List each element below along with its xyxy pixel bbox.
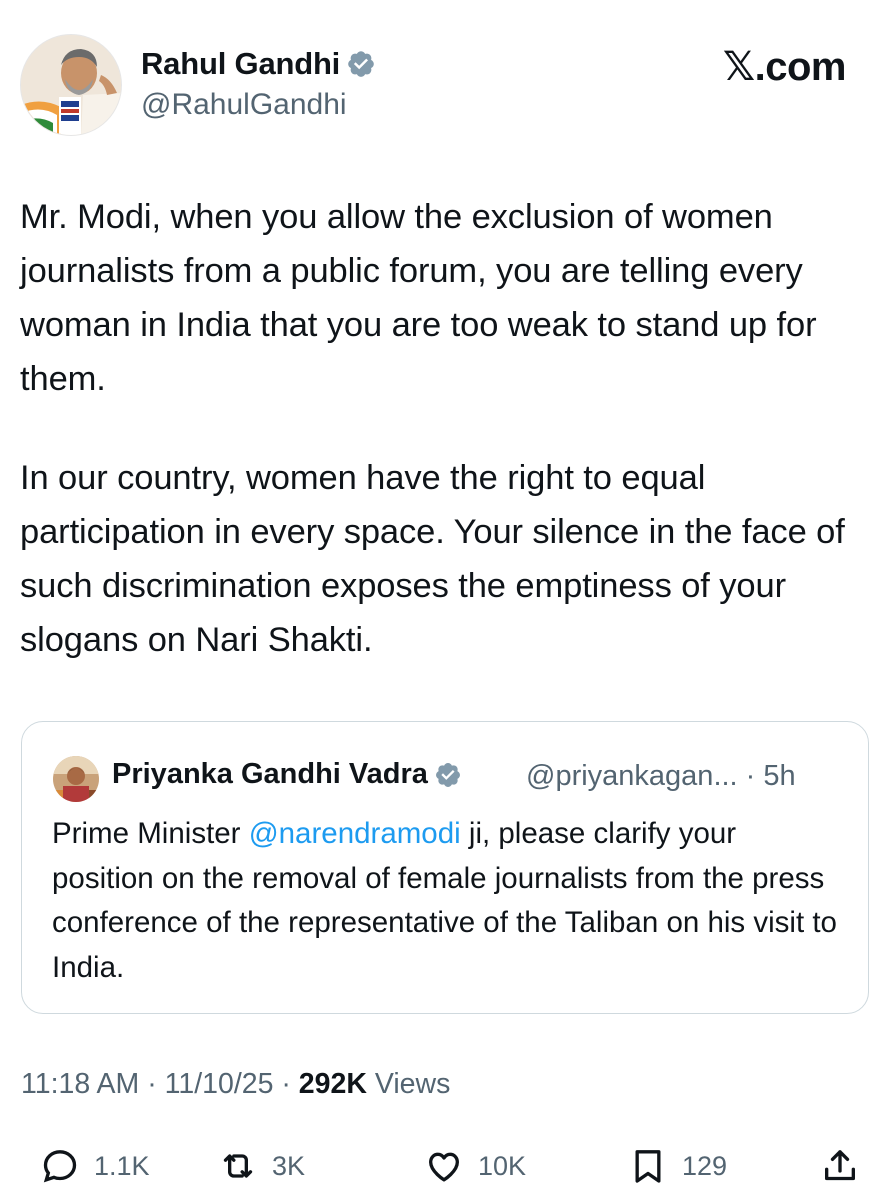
author-avatar[interactable]: [20, 34, 122, 136]
repost-icon: [223, 1154, 253, 1178]
verified-badge-icon: [348, 51, 374, 77]
share-icon: [825, 1150, 855, 1181]
quoted-author-handle-time[interactable]: @priyankagan... · 5h: [526, 760, 796, 793]
quoted-timestamp[interactable]: 5h: [763, 760, 795, 792]
quoted-author-handle[interactable]: @priyankagan...: [526, 760, 738, 792]
bookmark-button[interactable]: 129: [628, 1146, 727, 1186]
like-button[interactable]: 10K: [424, 1146, 526, 1186]
quoted-author-avatar[interactable]: [53, 756, 99, 802]
mention-link[interactable]: @narendramodi: [249, 817, 461, 850]
author-name[interactable]: Rahul Gandhi: [141, 46, 376, 82]
tweet-paragraph-1: Mr. Modi, when you allow the exclusion o…: [20, 198, 817, 398]
meta-separator: ·: [273, 1068, 299, 1100]
repost-button[interactable]: 3K: [218, 1146, 305, 1186]
like-count: 10K: [478, 1150, 527, 1181]
tweet-text: Mr. Modi, when you allow the exclusion o…: [20, 190, 860, 667]
quoted-tweet-text: Prime Minister @narendramodi ji, please …: [52, 812, 842, 990]
reply-count: 1.1K: [94, 1150, 150, 1181]
quoted-author-name[interactable]: Priyanka Gandhi Vadra: [112, 758, 462, 791]
author-handle[interactable]: @RahulGandhi: [141, 88, 347, 122]
repost-count: 3K: [272, 1150, 306, 1181]
views-label: Views: [366, 1068, 451, 1100]
verified-badge-icon: [435, 762, 460, 787]
action-bar: 1.1K 3K 10K 129: [0, 1140, 876, 1196]
reply-button[interactable]: 1.1K: [40, 1146, 150, 1186]
tweet-header: Rahul Gandhi @RahulGandhi 𝕏.com: [0, 0, 876, 150]
tweet-paragraph-2: In our country, women have the right to …: [20, 459, 845, 659]
quoted-author-name-text[interactable]: Priyanka Gandhi Vadra: [112, 758, 428, 791]
tweet-meta: 11:18 AM · 11/10/25 · 292K Views: [21, 1068, 450, 1101]
site-logo: 𝕏.com: [722, 45, 847, 89]
bookmark-count: 129: [682, 1150, 728, 1181]
quoted-text-before: Prime Minister: [52, 817, 249, 850]
heart-icon: [429, 1152, 459, 1182]
views-count: 292K: [298, 1068, 367, 1100]
meta-separator: ·: [139, 1068, 165, 1100]
bookmark-icon: [635, 1150, 661, 1183]
tweet-date[interactable]: 11/10/25: [165, 1068, 274, 1100]
tweet-time[interactable]: 11:18 AM: [21, 1068, 139, 1100]
share-button[interactable]: [820, 1146, 860, 1186]
quoted-tweet-card[interactable]: Priyanka Gandhi Vadra @priyankagan... · …: [21, 721, 869, 1014]
quoted-separator: ·: [737, 760, 764, 792]
reply-icon: [43, 1150, 77, 1183]
author-name-text[interactable]: Rahul Gandhi: [141, 46, 340, 82]
